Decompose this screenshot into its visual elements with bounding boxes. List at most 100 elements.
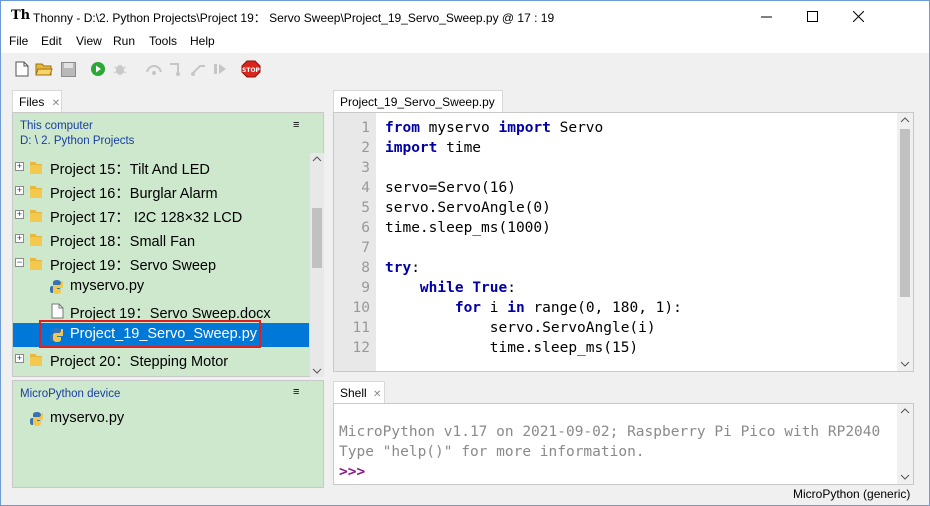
- code-text: time: [437, 140, 482, 156]
- toolbar: STOP: [1, 53, 929, 85]
- scrollbar-thumb[interactable]: [312, 208, 322, 268]
- scrollbar-thumb[interactable]: [900, 129, 910, 297]
- step-out-button[interactable]: [189, 60, 207, 78]
- scroll-down-icon[interactable]: [897, 470, 913, 484]
- expand-icon[interactable]: +: [15, 354, 24, 363]
- tree-item-docx[interactable]: Project 19：Servo Sweep.docx: [13, 299, 309, 323]
- new-file-button[interactable]: [13, 60, 31, 78]
- maximize-button[interactable]: [789, 1, 835, 31]
- expand-icon[interactable]: +: [15, 234, 24, 243]
- tree-item-project-19[interactable]: − Project 19：Servo Sweep: [13, 251, 309, 275]
- device-label[interactable]: MicroPython device: [20, 388, 120, 400]
- tree-item-project-15[interactable]: + Project 15：Tilt And LED: [13, 155, 309, 179]
- code-line[interactable]: while True:: [385, 280, 516, 296]
- close-button[interactable]: [835, 1, 881, 31]
- interpreter-status[interactable]: MicroPython (generic): [793, 487, 910, 501]
- menu-run[interactable]: Run: [113, 34, 135, 48]
- open-file-button[interactable]: [35, 60, 53, 78]
- code-text: time.sleep_ms(15): [385, 340, 639, 356]
- expand-icon[interactable]: +: [15, 186, 24, 195]
- stop-icon: STOP: [241, 60, 261, 78]
- menu-tools[interactable]: Tools: [149, 34, 177, 48]
- shell-prompt[interactable]: >>>: [339, 464, 365, 480]
- collapse-icon[interactable]: −: [15, 258, 24, 267]
- step-into-button[interactable]: [167, 60, 185, 78]
- close-icon: [852, 10, 864, 22]
- save-button[interactable]: [59, 60, 77, 78]
- files-tab-close-icon[interactable]: ✕: [52, 98, 60, 109]
- code-line[interactable]: servo.ServoAngle(i): [385, 320, 656, 336]
- line-number: 4: [361, 180, 370, 196]
- expand-icon[interactable]: +: [15, 210, 24, 219]
- maximize-icon: [806, 10, 818, 22]
- tree-item-selected-file[interactable]: Project_19_Servo_Sweep.py: [13, 323, 309, 347]
- scroll-up-icon[interactable]: [310, 153, 324, 165]
- expand-icon[interactable]: +: [15, 162, 24, 171]
- tree-item-project-16[interactable]: + Project 16：Burglar Alarm: [13, 179, 309, 203]
- code-text: myservo: [419, 120, 499, 136]
- svg-text:STOP: STOP: [242, 67, 261, 74]
- run-button[interactable]: [89, 60, 107, 78]
- code-line[interactable]: for i in range(0, 180, 1):: [385, 300, 682, 316]
- shell-tab-close-icon[interactable]: ✕: [373, 389, 381, 400]
- tree-item-project-17[interactable]: + Project 17： I2C 128×32 LCD: [13, 203, 309, 227]
- tab-editor-file[interactable]: Project_19_Servo_Sweep.py: [333, 90, 503, 112]
- device-menu-icon[interactable]: ≡: [293, 386, 299, 398]
- menu-edit[interactable]: Edit: [41, 34, 62, 48]
- tree-item-project-18[interactable]: + Project 18：Small Fan: [13, 227, 309, 251]
- line-number: 6: [361, 220, 370, 236]
- python-file-icon: [50, 328, 63, 342]
- shell-scrollbar[interactable]: [897, 404, 913, 484]
- menu-help[interactable]: Help: [190, 34, 215, 48]
- document-icon: [51, 303, 64, 319]
- menu-file[interactable]: File: [9, 34, 28, 48]
- code-editor[interactable]: 1 2 3 4 5 6 7 8 9 10 11 12 from myservo …: [333, 112, 914, 372]
- code-line[interactable]: import time: [385, 140, 481, 156]
- scroll-up-icon[interactable]: [897, 113, 913, 127]
- code-line[interactable]: time.sleep_ms(15): [385, 340, 638, 356]
- tree-item-label: Project 16：Burglar Alarm: [50, 186, 218, 202]
- code-keyword: try: [385, 260, 412, 276]
- bug-icon: [113, 65, 127, 75]
- folder-icon: [30, 210, 42, 222]
- code-text: servo=Servo(16): [385, 180, 516, 196]
- tree-item-myservo[interactable]: myservo.py: [13, 275, 309, 299]
- code-text: Servo: [550, 120, 604, 136]
- tab-files[interactable]: Files ✕: [12, 90, 62, 112]
- thonny-app-icon: Th: [11, 8, 31, 23]
- shell-panel[interactable]: MicroPython v1.17 on 2021-09-02; Raspber…: [333, 403, 914, 485]
- editor-scrollbar[interactable]: [897, 113, 913, 371]
- code-line[interactable]: from myservo import Servo: [385, 120, 603, 136]
- line-number: 5: [361, 200, 370, 216]
- debug-button[interactable]: [111, 60, 129, 78]
- files-menu-icon[interactable]: ≡: [293, 119, 299, 131]
- tree-item-label: Project_19_Servo_Sweep.py: [70, 326, 258, 342]
- device-item-myservo[interactable]: myservo.py: [13, 407, 309, 431]
- line-number: 10: [352, 300, 370, 316]
- step-over-button[interactable]: [145, 60, 163, 78]
- code-line[interactable]: try:: [385, 260, 420, 276]
- tab-shell[interactable]: Shell ✕: [333, 381, 385, 403]
- code-line[interactable]: time.sleep_ms(1000): [385, 220, 551, 236]
- menu-view[interactable]: View: [76, 34, 102, 48]
- scroll-up-icon[interactable]: [897, 404, 913, 418]
- editor-tab-label: Project_19_Servo_Sweep.py: [340, 95, 495, 109]
- resume-button[interactable]: [211, 60, 229, 78]
- scroll-down-icon[interactable]: [897, 357, 913, 371]
- micropython-device-panel: MicroPython device ≡ myservo.py: [12, 380, 324, 488]
- minimize-button[interactable]: [743, 1, 789, 31]
- scroll-down-icon[interactable]: [310, 365, 324, 377]
- code-text: servo.ServoAngle(i): [385, 320, 656, 336]
- tree-item-project-20[interactable]: + Project 20：Stepping Motor: [13, 347, 309, 371]
- files-scrollbar[interactable]: [310, 153, 324, 377]
- location-path[interactable]: D: \ 2. Python Projects: [20, 135, 134, 147]
- code-keyword: import: [498, 120, 551, 136]
- line-number: 3: [361, 160, 370, 176]
- code-line[interactable]: servo.ServoAngle(0): [385, 200, 551, 216]
- code-line[interactable]: servo=Servo(16): [385, 180, 516, 196]
- stop-button[interactable]: STOP: [241, 60, 261, 78]
- location-label[interactable]: This computer: [20, 120, 93, 132]
